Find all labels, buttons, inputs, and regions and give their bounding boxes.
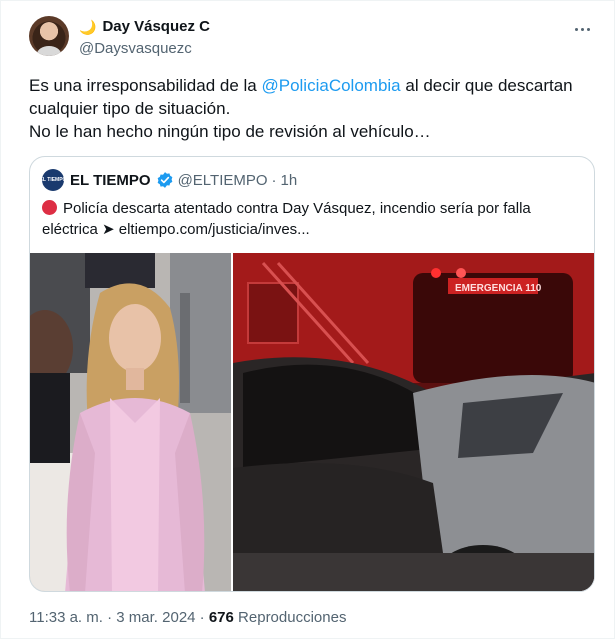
separator-dot: · (271, 171, 277, 189)
truck-label: EMERGENCIA 110 (455, 283, 542, 294)
author-avatar[interactable] (29, 16, 69, 56)
tweet-time[interactable]: 11:33 a. m. (29, 609, 103, 626)
separator-dot: · (199, 609, 205, 626)
red-circle-icon (42, 200, 57, 215)
author-handle[interactable]: @Daysvasquezc (79, 39, 549, 59)
views-label: Reproducciones (238, 609, 347, 626)
author-name-text: Day Vásquez C (102, 18, 210, 35)
more-options-button[interactable] (568, 19, 596, 39)
tweet-header: 🌙 Day Vásquez C @Daysvasquezc (79, 17, 549, 59)
photo-woman-pink-suit[interactable] (30, 253, 231, 591)
tweet-card: 🌙 Day Vásquez C @Daysvasquezc Es una irr… (0, 0, 615, 639)
tweet-date[interactable]: 3 mar. 2024 (116, 609, 195, 626)
photo-woman-illustration (30, 253, 231, 591)
crescent-moon-icon: 🌙 (79, 19, 97, 35)
quoted-tweet[interactable]: EL TIEMPO EL TIEMPO @ELTIEMPO · 1h Polic… (29, 156, 595, 592)
quoted-text-body: Policía descarta atentado contra Day Vás… (42, 200, 531, 238)
photo-burned-car[interactable]: EMERGENCIA 110 (233, 253, 594, 591)
verified-badge-icon (156, 171, 174, 189)
quoted-timestamp[interactable]: 1h (281, 172, 298, 189)
mention-link[interactable]: @PoliciaColombia (261, 76, 400, 95)
quoted-author-handle[interactable]: @ELTIEMPO (178, 172, 268, 189)
tweet-text-line2: No le han hecho ningún tipo de revisión … (29, 122, 431, 141)
photo-car-illustration: EMERGENCIA 110 (233, 253, 594, 591)
tweet-meta: 11:33 a. m. · 3 mar. 2024 · 676 Reproduc… (29, 608, 346, 628)
more-dot-icon (586, 27, 590, 31)
more-dot-icon (574, 27, 578, 31)
separator-dot: · (107, 609, 113, 626)
tweet-text-part1: Es una irresponsabilidad de la (29, 76, 262, 95)
quoted-author-name[interactable]: EL TIEMPO (70, 172, 151, 189)
quoted-tweet-header: EL TIEMPO EL TIEMPO @ELTIEMPO · 1h (40, 169, 298, 191)
more-dot-icon (580, 27, 584, 31)
tweet-text-line: Es una irresponsabilidad de la @PoliciaC… (29, 74, 599, 120)
quoted-tweet-text: Policía descarta atentado contra Day Vás… (42, 198, 582, 240)
views-count: 676 (208, 609, 234, 626)
quoted-author-avatar[interactable]: EL TIEMPO (40, 169, 66, 191)
tweet-text: Es una irresponsabilidad de la @PoliciaC… (29, 74, 599, 143)
quoted-media[interactable]: EMERGENCIA 110 (30, 253, 594, 591)
author-display-name[interactable]: 🌙 Day Vásquez C (79, 17, 549, 37)
